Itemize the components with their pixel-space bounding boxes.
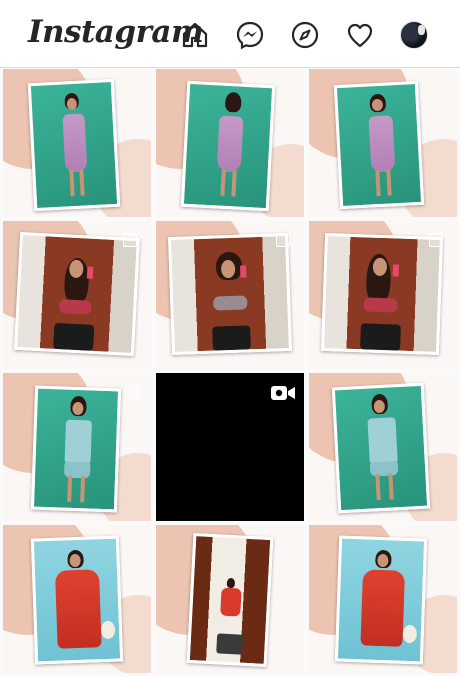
video-post-tile[interactable]: [156, 373, 304, 521]
post-tile[interactable]: [3, 373, 151, 521]
post-tile[interactable]: [156, 221, 304, 369]
multi-post-icon: [276, 233, 290, 247]
post-photo: [331, 382, 431, 514]
post-photo: [186, 532, 274, 668]
post-tile[interactable]: [3, 221, 151, 369]
post-tile[interactable]: [3, 69, 151, 217]
messenger-icon[interactable]: [235, 20, 265, 50]
multi-post-icon: [429, 233, 443, 247]
top-nav-bar: Instagram: [0, 0, 460, 68]
post-photo: [320, 232, 444, 356]
profile-avatar[interactable]: [400, 21, 428, 49]
post-tile[interactable]: [156, 69, 304, 217]
post-tile[interactable]: [309, 69, 457, 217]
post-photo: [167, 232, 293, 356]
instagram-logo[interactable]: Instagram: [28, 14, 204, 50]
post-tile[interactable]: [156, 525, 304, 673]
multi-post-icon: [125, 385, 139, 399]
home-icon[interactable]: [180, 20, 210, 50]
post-tile[interactable]: [309, 373, 457, 521]
post-tile[interactable]: [309, 221, 457, 369]
activity-heart-icon[interactable]: [345, 20, 375, 50]
multi-post-icon: [123, 233, 137, 247]
post-photo: [13, 231, 141, 357]
post-photo: [334, 535, 428, 665]
post-photo: [30, 535, 124, 665]
post-tile[interactable]: [309, 525, 457, 673]
post-photo: [27, 78, 121, 212]
video-camera-icon: [271, 386, 295, 400]
post-photo: [30, 385, 122, 513]
post-tile[interactable]: [3, 525, 151, 673]
post-photo: [180, 80, 276, 212]
post-photo: [333, 80, 425, 210]
explore-compass-icon[interactable]: [290, 20, 320, 50]
post-grid: [3, 69, 457, 676]
